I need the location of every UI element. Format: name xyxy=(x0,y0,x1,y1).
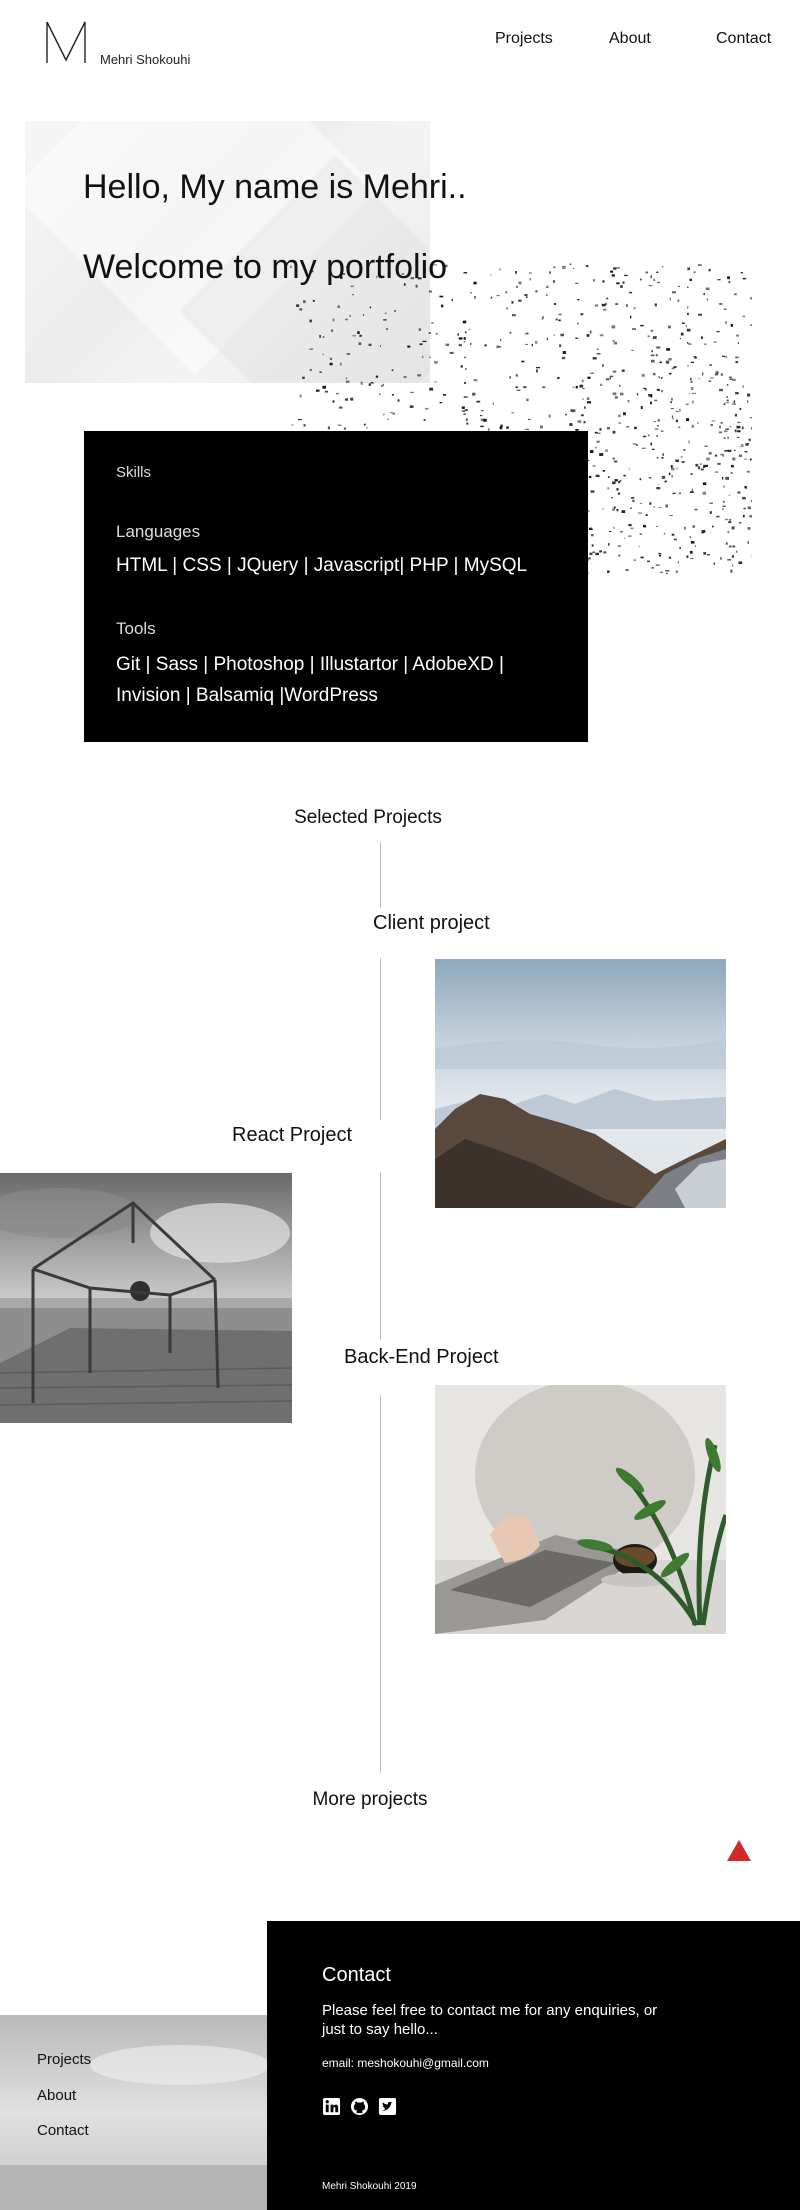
contact-section: Contact Please feel free to contact me f… xyxy=(267,1921,800,2210)
timeline-line xyxy=(380,958,381,1120)
hero-welcome: Welcome to my portfolio xyxy=(83,248,448,286)
back-end-project-image[interactable] xyxy=(435,1385,726,1634)
contact-email[interactable]: email: meshokouhi@gmail.com xyxy=(322,2056,489,2070)
logo-icon[interactable] xyxy=(44,20,96,64)
react-project-image[interactable] xyxy=(0,1173,292,1423)
timeline-line xyxy=(380,1395,381,1773)
tools-heading: Tools xyxy=(116,619,156,638)
contact-text: Please feel free to contact me for any e… xyxy=(322,2002,658,2038)
tools-list: Git | Sass | Photoshop | Illustartor | A… xyxy=(116,654,504,706)
footer-nav-projects[interactable]: Projects xyxy=(37,2051,91,2068)
back-end-project-title[interactable]: Back-End Project xyxy=(344,1346,499,1369)
skills-box: Skills Languages HTML | CSS | JQuery | J… xyxy=(84,431,588,742)
more-projects-link[interactable]: More projects xyxy=(0,1789,740,1811)
hero-greeting: Hello, My name is Mehri.. xyxy=(83,168,467,206)
client-project-title[interactable]: Client project xyxy=(373,912,490,935)
footer-nav-contact[interactable]: Contact xyxy=(37,2122,89,2139)
languages-heading: Languages xyxy=(116,522,201,541)
twitter-icon[interactable] xyxy=(378,2097,397,2116)
nav-projects[interactable]: Projects xyxy=(495,30,553,48)
nav-about[interactable]: About xyxy=(609,30,651,48)
skills-title: Skills xyxy=(116,464,152,481)
timeline-line xyxy=(380,842,381,908)
contact-title: Contact xyxy=(322,1964,391,1986)
scroll-top-icon[interactable] xyxy=(727,1840,751,1861)
nav-contact[interactable]: Contact xyxy=(716,30,771,48)
client-project-image[interactable] xyxy=(435,959,726,1208)
selected-projects-title: Selected Projects xyxy=(294,807,442,828)
linkedin-icon[interactable] xyxy=(322,2097,341,2116)
copyright: Mehri Shokouhi 2019 xyxy=(322,2181,417,2192)
site-name: Mehri Shokouhi xyxy=(100,52,191,67)
footer-nav-about[interactable]: About xyxy=(37,2087,76,2104)
languages-list: HTML | CSS | JQuery | Javascript| PHP | … xyxy=(116,555,528,576)
github-icon[interactable] xyxy=(350,2097,369,2116)
footer-nav-panel: Projects About Contact xyxy=(0,2015,267,2210)
timeline-line xyxy=(380,1172,381,1340)
react-project-title[interactable]: React Project xyxy=(232,1124,352,1147)
